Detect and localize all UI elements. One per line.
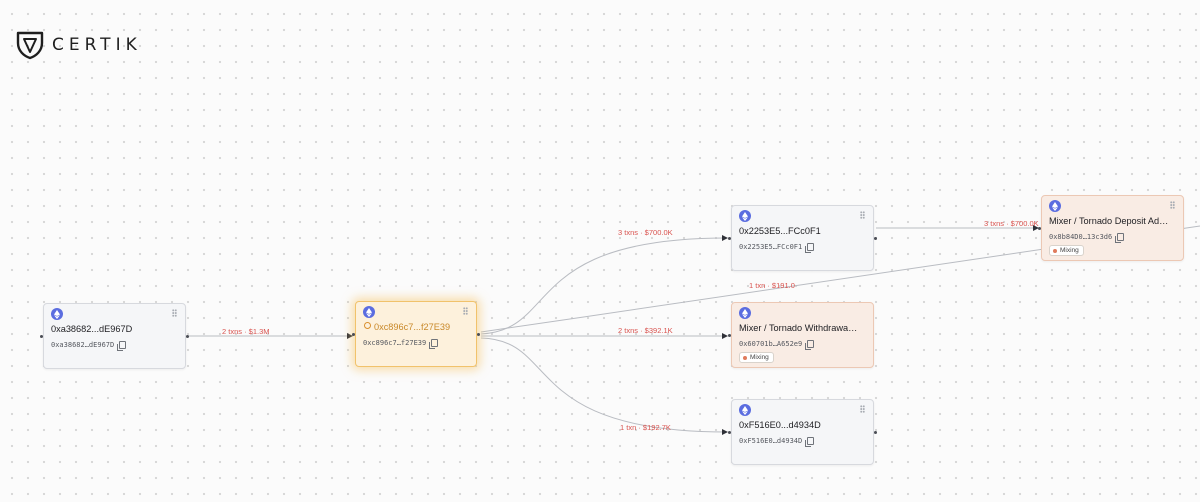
node-address: 0xF516E0…d4934D: [739, 437, 815, 447]
edge-label-b-c: 3 txns · $700.0K: [618, 228, 673, 237]
node-title-text: 0xc896c7...f27E39: [374, 322, 451, 332]
tag-label: Mixing: [1060, 247, 1079, 254]
drag-handle-icon[interactable]: [860, 405, 865, 413]
address-node-c[interactable]: 0x2253E5...FCc0F1 0x2253E5…FCc0F1: [728, 205, 877, 271]
target-icon: [364, 322, 371, 329]
copy-icon[interactable]: [805, 243, 815, 253]
ethereum-icon: [739, 210, 751, 222]
tag-dot-icon: [743, 355, 747, 360]
edges-layer: 2 txns · $1.3M 3 txns · $700.0K 2 txns ·…: [189, 219, 1200, 435]
address-text: 0xa38682…dE967D: [51, 341, 115, 349]
node-title: 0xc896c7...f27E39: [364, 322, 462, 332]
address-text: 0x60701b…A652e9: [739, 340, 803, 348]
certik-shield-icon: [16, 31, 44, 60]
node-title: 0xa38682...dE967D: [51, 324, 133, 334]
node-title: 0xF516E0...d4934D: [739, 420, 821, 430]
mixer-deposit-node[interactable]: Mixer / Tornado Deposit Addre... 0x8b84D…: [1038, 195, 1184, 261]
input-port[interactable]: [1038, 227, 1041, 230]
tag-label: Mixing: [750, 354, 769, 361]
mixer-withdrawal-node[interactable]: Mixer / Tornado Withdrawal A... 0x60701b…: [728, 302, 874, 368]
node-title: Mixer / Tornado Deposit Addre...: [1049, 216, 1169, 226]
edge-label-b-d: 2 txns · $392.1K: [618, 326, 673, 335]
node-address: 0xa38682…dE967D: [51, 341, 127, 351]
input-port[interactable]: [728, 431, 731, 434]
graph-canvas[interactable]: 2 txns · $1.3M 3 txns · $700.0K 2 txns ·…: [0, 0, 1200, 502]
drag-handle-icon[interactable]: [463, 307, 468, 315]
ethereum-icon: [51, 308, 63, 320]
address-text: 0x8b84D0…13c3d6: [1049, 233, 1113, 241]
node-title: Mixer / Tornado Withdrawal A...: [739, 323, 859, 333]
ethereum-icon: [363, 306, 375, 318]
output-port[interactable]: [874, 431, 877, 434]
node-title: 0x2253E5...FCc0F1: [739, 226, 821, 236]
edge-label-b-e: 1 txn · $192.7K: [620, 423, 671, 432]
mixing-tag: Mixing: [739, 352, 774, 363]
address-text: 0xF516E0…d4934D: [739, 437, 803, 445]
drag-handle-icon[interactable]: [1170, 201, 1175, 209]
output-port[interactable]: [874, 237, 877, 240]
mixing-tag: Mixing: [1049, 245, 1084, 256]
copy-icon[interactable]: [1115, 233, 1125, 243]
input-port[interactable]: [40, 335, 43, 338]
copy-icon[interactable]: [805, 437, 815, 447]
edge-b-c[interactable]: [480, 235, 728, 335]
ethereum-icon: [739, 307, 751, 319]
address-text: 0x2253E5…FCc0F1: [739, 243, 803, 251]
address-node-e[interactable]: 0xF516E0...d4934D 0xF516E0…d4934D: [728, 399, 877, 465]
input-port[interactable]: [352, 333, 355, 336]
tag-dot-icon: [1053, 248, 1057, 253]
copy-icon[interactable]: [117, 341, 127, 351]
edge-label-c-f: 3 txns · $700.0K: [984, 219, 1039, 228]
input-port[interactable]: [728, 237, 731, 240]
node-address: 0x60701b…A652e9: [739, 340, 815, 350]
address-node-a[interactable]: 0xa38682...dE967D 0xa38682…dE967D: [40, 303, 189, 369]
address-text: 0xc896c7…f27E39: [363, 339, 427, 347]
input-port[interactable]: [728, 334, 731, 337]
node-address: 0x2253E5…FCc0F1: [739, 243, 815, 253]
drag-handle-icon[interactable]: [860, 211, 865, 219]
certik-logo: CERTIK: [16, 28, 142, 62]
edge-label-b-f: 1 txn · $191.0: [749, 281, 795, 290]
node-address: 0xc896c7…f27E39: [363, 339, 439, 349]
edge-b-e[interactable]: [480, 337, 728, 435]
output-port[interactable]: [477, 333, 480, 336]
output-port[interactable]: [186, 335, 189, 338]
edge-label-a-b: 2 txns · $1.3M: [222, 327, 270, 336]
drag-handle-icon[interactable]: [172, 309, 177, 317]
address-node-b-focused[interactable]: 0xc896c7...f27E39 0xc896c7…f27E39: [352, 301, 480, 367]
copy-icon[interactable]: [805, 340, 815, 350]
brand-name: CERTIK: [52, 35, 142, 55]
node-address: 0x8b84D0…13c3d6: [1049, 233, 1125, 243]
ethereum-icon: [1049, 200, 1061, 212]
ethereum-icon: [739, 404, 751, 416]
copy-icon[interactable]: [429, 339, 439, 349]
